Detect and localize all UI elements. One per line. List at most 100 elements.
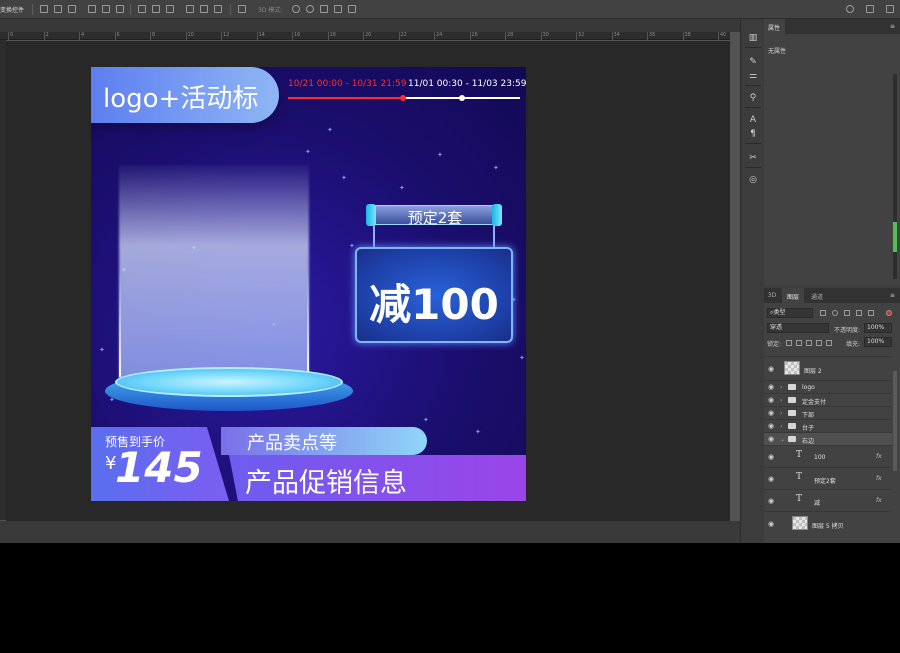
layer-row-selected[interactable]: ◉ ⌄ 右边 [764, 432, 892, 445]
blend-mode-select[interactable]: 穿透 [767, 323, 829, 333]
search-icon[interactable] [846, 5, 854, 13]
orbit-3d-icon[interactable] [292, 5, 300, 13]
auto-align-icon[interactable] [238, 5, 246, 13]
layer-effects-icon[interactable]: fx [876, 453, 882, 460]
horizontal-scrollbar[interactable] [0, 521, 740, 529]
separator [745, 107, 761, 108]
visibility-eye-icon[interactable]: ◉ [768, 475, 774, 483]
visibility-eye-icon[interactable]: ◉ [768, 365, 774, 373]
promo-bar: 产品促销信息 [229, 455, 526, 501]
ruler-tick [540, 32, 542, 40]
price-block: 预售到手价 ¥ 145 [91, 427, 229, 501]
filter-type-icon[interactable] [844, 310, 850, 316]
opacity-field[interactable]: 100% [864, 323, 892, 333]
tab-3d[interactable]: 3D [764, 288, 780, 303]
glass-edge-right [307, 267, 309, 377]
distribute-hcenter-icon[interactable] [200, 5, 208, 13]
layer-row[interactable]: ◉ › 下部 [764, 406, 892, 419]
align-center-icon[interactable] [54, 5, 62, 13]
distribute-bottom-icon[interactable] [166, 5, 174, 13]
roll-3d-icon[interactable] [306, 5, 314, 13]
layer-effects-icon[interactable]: fx [876, 475, 882, 482]
share-icon[interactable] [886, 5, 894, 13]
workspace-icon[interactable] [866, 5, 874, 13]
layer-effects-icon[interactable]: fx [876, 497, 882, 504]
filter-pixel-icon[interactable] [820, 310, 826, 316]
layer-row[interactable]: ◉ T 减 fx [764, 489, 892, 511]
align-right-icon[interactable] [68, 5, 76, 13]
filter-smart-icon[interactable] [868, 310, 874, 316]
lock-image-icon[interactable] [796, 340, 802, 346]
right-panels: 属性 ≡ 无属性 3D 图层 通道 ≡ ⌕类型 穿透 不透明度: 100% 锁定… [764, 19, 900, 543]
visibility-eye-icon[interactable]: ◉ [768, 520, 774, 528]
visibility-eye-icon[interactable]: ◉ [768, 497, 774, 505]
clone-source-icon[interactable]: ⚲ [748, 93, 758, 103]
discount-text: 减100 [369, 280, 499, 329]
fill-field[interactable]: 100% [864, 337, 892, 347]
swatches-icon[interactable]: ◎ [748, 175, 758, 185]
layer-row[interactable]: ◉ 图层 2 [764, 356, 892, 380]
adjustments-icon[interactable]: ⚌ [748, 71, 758, 81]
align-top-icon[interactable] [88, 5, 96, 13]
character-icon[interactable]: A [748, 115, 758, 125]
separator [745, 167, 761, 168]
brush-settings-icon[interactable]: ✎ [748, 57, 758, 67]
distribute-right-icon[interactable] [214, 5, 222, 13]
ruler-tick [611, 32, 613, 40]
filter-kind-select[interactable]: ⌕类型 [767, 308, 813, 318]
visibility-eye-icon[interactable]: ◉ [768, 453, 774, 461]
chevron-right-icon[interactable]: › [780, 397, 782, 404]
layer-row[interactable]: ◉ › 定金支付 [764, 393, 892, 406]
distribute-vcenter-icon[interactable] [152, 5, 160, 13]
distribute-top-icon[interactable] [138, 5, 146, 13]
panel-menu-icon[interactable]: ≡ [890, 292, 895, 299]
scale-3d-icon[interactable] [348, 5, 356, 13]
ruler-tick [114, 32, 116, 40]
text-layer-icon: T [796, 494, 803, 504]
glass-light-column [119, 165, 309, 395]
tools-icon[interactable]: ✂ [748, 153, 758, 163]
paragraph-icon[interactable]: ¶ [748, 129, 758, 139]
ruler-tick-label: 6 [116, 32, 120, 38]
properties-scroll-thumb[interactable] [893, 222, 897, 252]
visibility-eye-icon[interactable]: ◉ [768, 422, 774, 430]
panel-menu-icon[interactable]: ≡ [890, 23, 895, 30]
slide-3d-icon[interactable] [334, 5, 342, 13]
ruler-tick [292, 32, 293, 40]
drag-3d-icon[interactable] [320, 5, 328, 13]
layer-row[interactable]: ◉ › logo [764, 380, 892, 393]
layer-row[interactable]: ◉ › 台子 [764, 419, 892, 432]
layer-row[interactable]: ◉ T 预定2套 fx [764, 467, 892, 489]
lock-transparent-icon[interactable] [786, 340, 792, 346]
chevron-right-icon[interactable]: › [780, 384, 782, 391]
ruler-tick-label: 30 [542, 32, 549, 38]
filter-adjust-icon[interactable] [832, 310, 838, 316]
align-middle-icon[interactable] [102, 5, 110, 13]
tab-properties[interactable]: 属性 [764, 19, 786, 34]
layer-row[interactable]: ◉ T 100 fx [764, 445, 892, 467]
tab-channels[interactable]: 通道 [806, 288, 828, 303]
lock-position-icon[interactable] [806, 340, 812, 346]
ruler-tick-label: 26 [471, 32, 478, 38]
lock-all-icon[interactable] [826, 340, 832, 346]
artwork-canvas[interactable]: ✦✦✦✦✦✦✦✦✦✦✦✦✦✦✦✦✦✦✦✦ logo+活动标 10/21 00:0… [91, 67, 526, 501]
lock-artboard-icon[interactable] [816, 340, 822, 346]
ruler-tick-label: 36 [649, 32, 656, 38]
filter-shape-icon[interactable] [856, 310, 862, 316]
visibility-eye-icon[interactable]: ◉ [768, 435, 774, 443]
visibility-eye-icon[interactable]: ◉ [768, 409, 774, 417]
layer-row[interactable]: ◉ 图层 5 拷贝 [764, 511, 892, 535]
layers-scrollbar[interactable] [893, 371, 897, 471]
filter-toggle-icon[interactable] [886, 310, 892, 316]
transform-controls-label[interactable]: 变换控件 [0, 5, 24, 14]
chevron-right-icon[interactable]: › [780, 410, 782, 417]
align-bottom-icon[interactable] [116, 5, 124, 13]
chevron-right-icon[interactable]: › [780, 423, 782, 430]
chevron-down-icon[interactable]: ⌄ [780, 436, 785, 443]
history-icon[interactable]: ▥ [748, 33, 758, 43]
distribute-left-icon[interactable] [186, 5, 194, 13]
tab-layers[interactable]: 图层 [782, 288, 804, 303]
align-left-icon[interactable] [40, 5, 48, 13]
visibility-eye-icon[interactable]: ◉ [768, 383, 774, 391]
visibility-eye-icon[interactable]: ◉ [768, 396, 774, 404]
